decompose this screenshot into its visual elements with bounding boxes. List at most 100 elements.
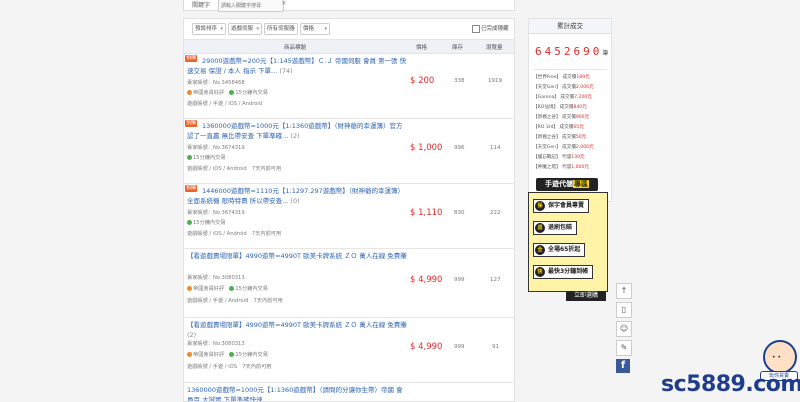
search-input[interactable]	[218, 0, 284, 12]
listing-price: $ 4,990	[410, 342, 443, 352]
listing-title[interactable]: 【看遊戲賣場限單】4990遊幣=4990T 歐美卡牌系統 ＺＯ 萬人在線 免費賺	[187, 251, 407, 261]
refund-icon: 退	[535, 223, 545, 233]
server-select[interactable]: 所有伺服器	[264, 23, 298, 35]
listing-stock: 996	[454, 145, 465, 151]
customer-service-icon[interactable]: ☺	[616, 321, 632, 337]
search-label: 關鍵字	[192, 2, 211, 9]
table-row[interactable]: 【看遊戲賣場限單】4990遊幣=4990T 歐美卡牌系統 ＺＯ 萬人在線 免費賺…	[184, 249, 514, 318]
platform-info: 遊戲帳號 / iOS / Android 7天內前可用	[187, 231, 282, 237]
promo-item: 全全場65折起	[533, 243, 586, 257]
platform-info: 遊戲帳號 / 手遊 / iOS 7天內前可用	[187, 364, 272, 370]
platform-info: 遊戲帳號 / 手遊 / Android 7天內前可用	[187, 298, 283, 304]
table-row[interactable]: 1360000遊戲幣=1000元【1:1360遊戲幣】（請問的分讓你生帶）帝國 …	[184, 383, 514, 401]
listing-stock: 999	[454, 277, 465, 283]
listing-title[interactable]: 1360000遊戲幣=1000元【1:1360遊戲幣】（請問的分讓你生帶）帝國 …	[187, 385, 407, 401]
feedback-icon[interactable]: ✎	[616, 340, 632, 356]
medal-icon	[187, 352, 192, 357]
listing-price: $ 1,110	[410, 208, 443, 218]
seller-tags: 15分鐘內交易	[187, 154, 226, 161]
transactions-title: 累計成交	[529, 19, 611, 34]
promo-item: 保保字會員專賣	[533, 199, 590, 213]
filter-bar: 預設排序 遊戲伺服 所有伺服器 價格 已完成隱藏	[184, 19, 514, 40]
recent-trade: 【新楓之谷】 成交價900元	[533, 115, 590, 120]
seller-tags: 15分鐘內交易	[187, 219, 226, 226]
clear-icon[interactable]: ×	[281, 0, 287, 7]
sort-select[interactable]: 預設排序	[192, 23, 226, 35]
col-title: 商品標題	[284, 45, 307, 51]
mobile-topup-banner[interactable]: 手遊代儲專區 保保字會員專賣 退退刷包賠 全全場65折起 快最快3分鐘到帳 立即…	[526, 178, 610, 301]
table-header: 商品標題 價格 庫存 瀏覽量	[184, 40, 514, 54]
listing-price: $ 4,990	[410, 275, 443, 285]
facebook-icon[interactable]: f	[616, 359, 630, 373]
recent-trade: 【RO仙境】 成交價840元	[533, 105, 587, 110]
platform-info: 遊戲帳號 / iOS / Android 7天內前可用	[187, 166, 282, 172]
clock-icon	[187, 155, 192, 160]
clock-icon	[187, 220, 192, 225]
clock-icon	[229, 352, 235, 357]
col-views: 瀏覽量	[486, 45, 503, 51]
banner-title: 手遊代儲專區	[536, 178, 598, 191]
recent-trade: 【天堂Gen】 成交價2,000元	[533, 85, 594, 90]
col-price: 價格	[416, 45, 428, 51]
recent-trade: 【爐石戰記】 代儲130元	[533, 155, 585, 160]
game-select[interactable]: 遊戲伺服	[228, 23, 262, 35]
site-watermark: sc5889.com	[661, 372, 800, 397]
platform-info: 遊戲帳號 / 手遊 / iOS / Android	[187, 101, 263, 107]
table-row[interactable]: 預購 29000遊戲幣=200元【1:145遊戲幣】Ｃ.Ｊ 帝國伺服 會員 第一…	[184, 54, 514, 119]
recent-trade: 【天堂Gen】 成交價2,000元	[533, 145, 594, 150]
buy-now-button[interactable]: 立即選購	[566, 291, 606, 301]
seller-id: 賣家帳號：No.3674319	[187, 210, 245, 216]
listing-views: 1919	[488, 78, 502, 84]
discount-icon: 全	[535, 245, 545, 255]
hide-sold-label: 已完成隱藏	[481, 26, 509, 32]
table-row[interactable]: 預購 1360000遊戲幣=1000元【1:1360遊戲幣】（財神爺的幸運簿）官…	[184, 119, 514, 184]
listing-title[interactable]: 1360000遊戲幣=1000元【1:1360遊戲幣】（財神爺的幸運簿）官方認了…	[187, 121, 407, 141]
listing-views: 127	[490, 277, 501, 283]
divider	[533, 69, 607, 70]
listing-views: 114	[490, 145, 501, 151]
table-row[interactable]: 預購 1446000遊戲幣=1110元【1:1297.297遊戲幣】（財神爺的幸…	[184, 184, 514, 249]
seller-id: 賣家帳號：No.3674319	[187, 145, 245, 151]
promo-item: 快最快3分鐘到帳	[533, 265, 594, 279]
recent-trade: 【世界Free】 成交價189元	[533, 75, 590, 80]
seller-tags: 帝國會員好評 15分鐘內交易	[187, 285, 268, 292]
type-select[interactable]: 價格	[300, 23, 330, 35]
search-bar: 關鍵字 ×	[183, 0, 515, 12]
seller-id: 賣家帳號：No.3458468	[187, 80, 245, 86]
recent-trade: 【新楓之谷】 成交價50元	[533, 135, 587, 140]
hide-sold-checkbox[interactable]	[472, 25, 480, 33]
seller-id: 賣家帳號：No.3080313	[187, 341, 245, 347]
listing-title[interactable]: 1446000遊戲幣=1110元【1:1297.297遊戲幣】（財神爺的幸運簿）…	[187, 186, 407, 206]
listing-stock: 830	[454, 210, 465, 216]
clock-icon: 快	[535, 267, 545, 277]
listing-views: 222	[490, 210, 501, 216]
shield-icon: 保	[535, 201, 545, 211]
seller-tags: 帝國會員好評 15分鐘內交易	[187, 89, 268, 96]
clock-icon	[229, 90, 235, 95]
mascot-eyes: • •	[772, 354, 781, 361]
seller-id: 賣家帳號：No.3080313	[187, 275, 245, 281]
listing-stock: 999	[454, 344, 465, 350]
transactions-panel: 累計成交 6452690筆 【世界Free】 成交價189元 【天堂Gen】 成…	[528, 18, 612, 202]
transactions-counter: 6452690筆	[535, 45, 609, 58]
back-to-top-icon[interactable]: ↑	[616, 283, 632, 299]
promo-item: 退退刷包賠	[533, 221, 578, 235]
listing-price: $ 1,000	[410, 143, 443, 153]
listing-stock: 338	[454, 78, 465, 84]
medal-icon	[187, 286, 192, 291]
recent-trade: 【Garena】 成交價7,200元	[533, 95, 592, 100]
listing-title[interactable]: 29000遊戲幣=200元【1:145遊戲幣】Ｃ.Ｊ 帝國伺服 會員 第一張 快…	[187, 56, 407, 76]
mobile-icon[interactable]: ▯	[616, 302, 632, 318]
listing-panel: 預設排序 遊戲伺服 所有伺服器 價格 已完成隱藏 商品標題 價格 庫存 瀏覽量 …	[183, 18, 515, 402]
seller-tags: 帝國會員好評 15分鐘內交易	[187, 351, 268, 358]
recent-trade: 【神魔之塔】 代儲1,000元	[533, 165, 589, 170]
col-stock: 庫存	[452, 45, 464, 51]
medal-icon	[187, 90, 192, 95]
banner-body: 保保字會員專賣 退退刷包賠 全全場65折起 快最快3分鐘到帳	[528, 192, 608, 292]
clock-icon	[229, 286, 235, 291]
listing-title[interactable]: 【看遊戲賣場限單】4990遊幣=4990T 歐美卡牌系統 ＺＯ 萬人在線 免費賺…	[187, 320, 407, 340]
listing-views: 91	[492, 344, 499, 350]
recent-trade: 【RO 3rd】 成交價65元	[533, 125, 584, 130]
table-row[interactable]: 【看遊戲賣場限單】4990遊幣=4990T 歐美卡牌系統 ＺＯ 萬人在線 免費賺…	[184, 318, 514, 383]
floating-toolbar: ↑ ▯ ☺ ✎ f	[616, 283, 632, 373]
